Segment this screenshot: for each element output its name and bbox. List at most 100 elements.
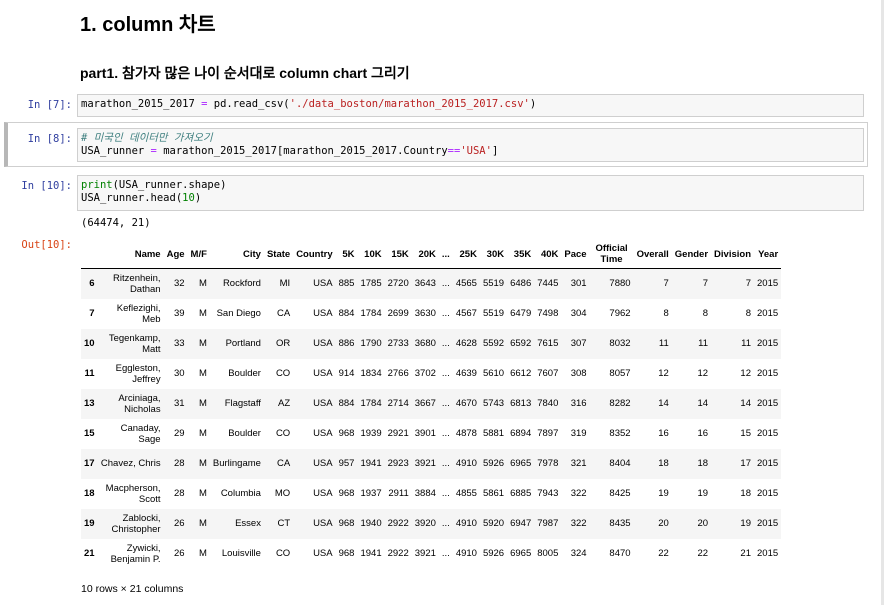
table-cell: 8057	[609, 368, 631, 379]
in-prompt-7: In [7]:	[27, 99, 72, 111]
table-cell: 6965	[510, 458, 532, 469]
code-token: ==	[447, 145, 461, 157]
table-cell: 1939	[360, 428, 382, 439]
table-cell: USA	[313, 458, 333, 469]
table-cell: M	[198, 488, 207, 499]
table-cell: M	[198, 338, 207, 349]
code-cell-head[interactable]: print(USA_runner.shape) USA_runner.head(1…	[77, 175, 864, 211]
table-cell: 5881	[482, 428, 505, 439]
dataframe-table: Name Age M/F City State Country 5K 10K 15K 20K...…	[81, 240, 782, 569]
code-token: USA_runner.head(	[81, 192, 183, 204]
out-prompt-10: Out[10]:	[21, 239, 72, 251]
table-cell: 7615	[537, 338, 559, 349]
table-cell: 5926	[482, 458, 505, 469]
table-cell: M	[198, 458, 207, 469]
table-cell: 14	[697, 398, 709, 409]
table-cell: M	[198, 308, 207, 319]
table-header-row: Name Age M/F City State Country 5K 10K 15K 20K...…	[81, 240, 782, 269]
table-cell: 8	[745, 308, 751, 319]
table-cell: 3702	[414, 368, 436, 379]
table-cell: Tegenkamp, Matt	[108, 332, 161, 355]
table-cell: 2911	[388, 488, 409, 499]
table-cell: 4910	[455, 518, 477, 529]
table-cell: 6813	[510, 398, 532, 409]
table-cell: 3920	[414, 518, 436, 529]
table-cell: 5592	[482, 338, 505, 349]
table-row: 17 Chavez, Chris 28 M Burlingame CA USA 957 1941…	[81, 448, 782, 479]
table-cell: 308	[570, 368, 587, 379]
column-header: Country	[293, 240, 336, 269]
stdout-shape: (64474, 21)	[81, 217, 151, 229]
table-cell: 4910	[455, 548, 477, 559]
code-token: ]	[491, 145, 499, 157]
table-cell: 886	[338, 338, 355, 349]
table-cell: 5610	[482, 368, 505, 379]
table-cell: 32	[173, 278, 185, 290]
table-cell: 7	[663, 278, 669, 290]
table-cell: Louisville	[221, 548, 261, 559]
code-line: USA_runner.head(10)	[81, 192, 860, 205]
table-cell: Macpherson, Scott	[105, 482, 161, 505]
table-cell: 1941	[360, 548, 382, 559]
table-cell: Chavez, Chris	[100, 458, 161, 469]
table-cell: 22	[658, 548, 669, 559]
table-cell: 17	[740, 458, 751, 469]
table-row: 21 Zywicki, Benjamin P. 26 M Louisville CO USA…	[81, 539, 781, 569]
column-header: Name	[97, 240, 164, 269]
table-cell: 28	[173, 488, 185, 499]
table-cell: Boulder	[228, 428, 261, 439]
table-cell: 7987	[537, 518, 559, 529]
table-cell: CA	[276, 458, 291, 469]
table-cell: Zywicki, Benjamin P.	[110, 542, 161, 565]
table-cell: 7445	[537, 278, 559, 290]
table-cell: 2922	[387, 548, 409, 559]
table-cell: 6612	[510, 368, 532, 379]
code-cell-usa-filter[interactable]: # 미국인 데이터만 가져오기 USA_runner = marathon_201…	[77, 128, 864, 162]
row-index: 18	[84, 488, 95, 499]
table-cell: 14	[658, 398, 669, 409]
table-cell: M	[198, 428, 207, 439]
table-cell: 26	[173, 518, 185, 529]
code-token: marathon_2015_2017[marathon_2015_2017.Co…	[156, 145, 448, 157]
table-cell: 20	[697, 518, 709, 529]
table-cell: 8404	[609, 458, 631, 469]
table-cell: 2015	[757, 428, 779, 439]
table-row: 11 Eggleston, Jeffrey 30 M Boulder CO USA 914 18…	[81, 359, 781, 389]
table-cell: 2015	[757, 278, 779, 290]
table-cell: 8032	[609, 338, 631, 349]
table-cell: M	[198, 518, 207, 529]
table-cell: ...	[441, 308, 450, 319]
table-cell: 2015	[757, 488, 779, 499]
table-cell: 3630	[414, 308, 436, 319]
table-cell: 3921	[414, 458, 436, 469]
code-token: pd.read_csv(	[207, 98, 290, 110]
table-cell: 2015	[757, 458, 779, 469]
column-header: City	[209, 240, 264, 269]
code-token: (USA_runner.shape)	[112, 179, 227, 191]
table-cell: Boulder	[228, 368, 261, 379]
table-cell: Rockford	[222, 278, 261, 290]
code-token: )	[529, 98, 537, 110]
table-cell: 2766	[387, 368, 409, 379]
table-cell: San Diego	[216, 308, 261, 319]
table-cell: Burlingame	[212, 458, 261, 469]
code-cell-read-csv[interactable]: marathon_2015_2017 = pd.read_csv('./data…	[77, 94, 864, 117]
table-cell: MO	[274, 488, 291, 499]
column-header: ...	[438, 240, 453, 269]
table-row: 15 Canaday, Sage 29 M Boulder CO USA 968 1939 292…	[81, 419, 781, 449]
notebook-page: 1. column 차트 part1. 참가자 많은 나이 순서대로 colum…	[0, 0, 884, 605]
heading-column-chart: 1. column 차트	[80, 14, 216, 36]
table-cell: 8	[702, 308, 709, 319]
column-header: 20K	[411, 240, 439, 269]
table-cell: 11	[658, 338, 669, 349]
table-cell: 4565	[455, 278, 477, 290]
table-cell: 7897	[537, 428, 559, 439]
table-cell: 2015	[757, 338, 779, 349]
table-cell: 321	[570, 458, 587, 469]
table-cell: 3680	[414, 338, 436, 349]
table-cell: 2015	[757, 398, 779, 409]
table-cell: 322	[570, 488, 587, 499]
table-cell: 12	[658, 368, 669, 379]
table-cell: 3643	[414, 278, 436, 290]
heading-part1: part1. 참가자 많은 나이 순서대로 column chart 그리기	[80, 65, 410, 81]
